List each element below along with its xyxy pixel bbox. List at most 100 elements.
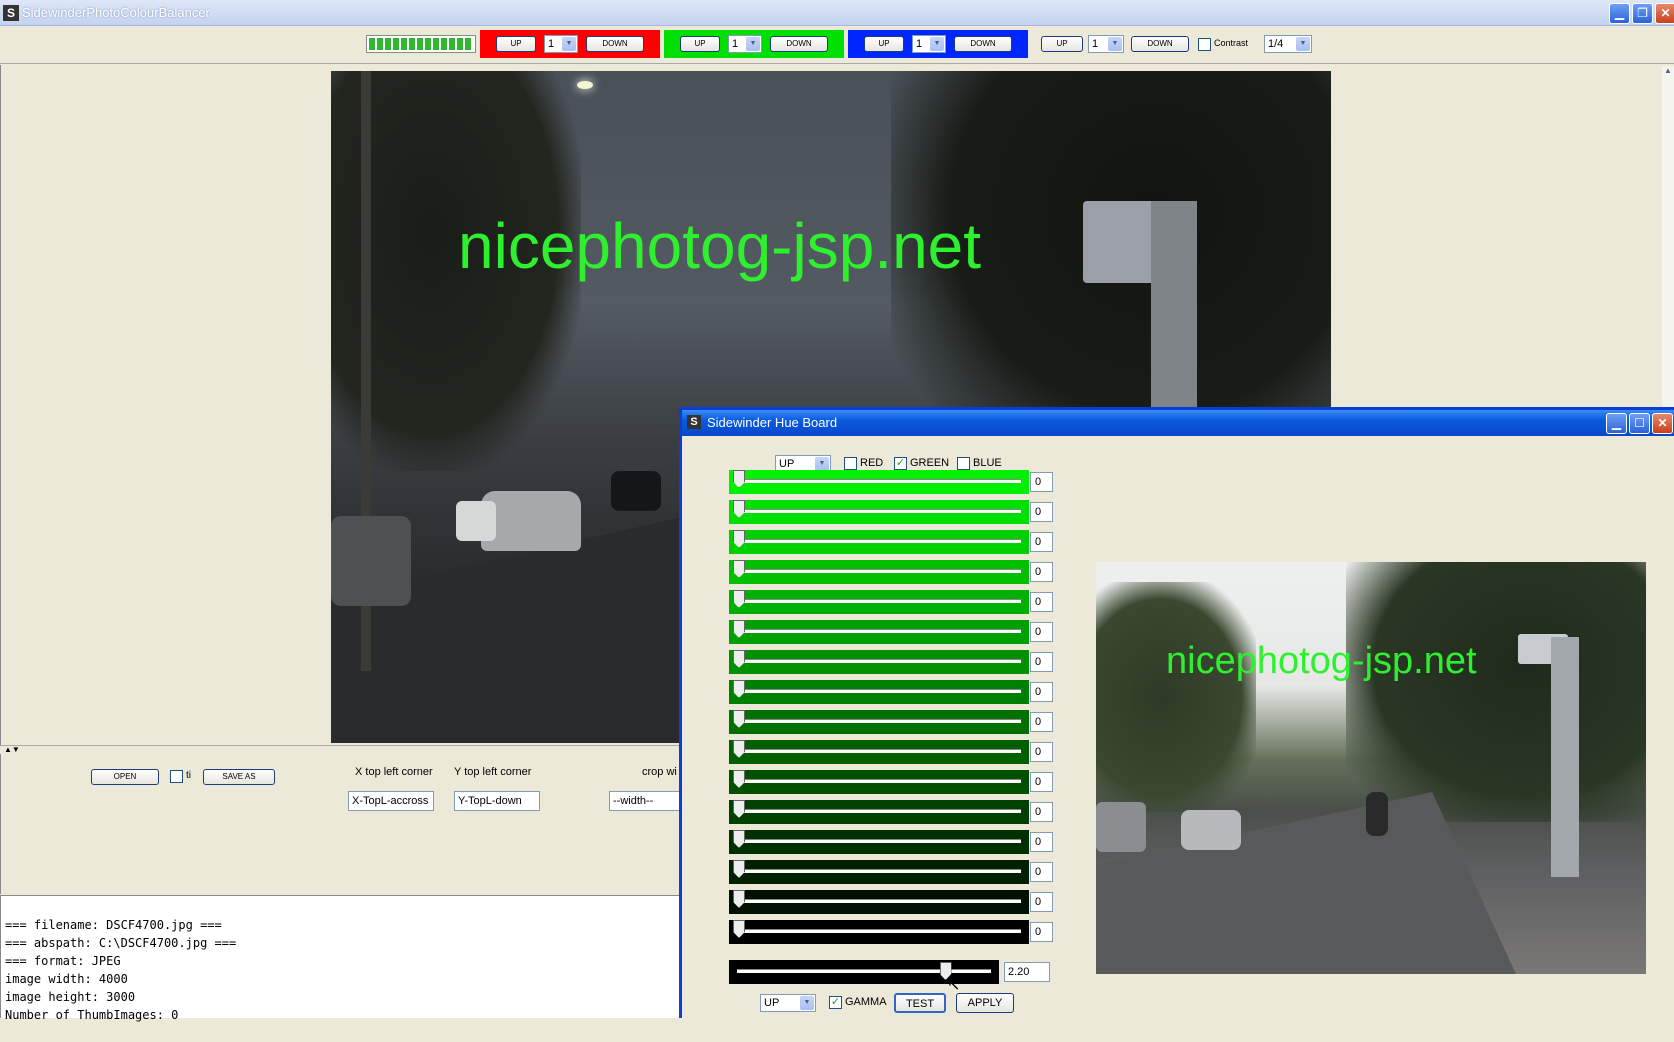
blue-down-button[interactable]: DOWN: [954, 36, 1012, 52]
contrast-step-value: 1: [1092, 38, 1099, 50]
slider-thumb[interactable]: [733, 680, 745, 698]
contrast-up-button[interactable]: UP: [1041, 36, 1083, 52]
hue-slider-value[interactable]: 0: [1030, 502, 1053, 522]
hue-slider-value[interactable]: 0: [1030, 592, 1053, 612]
slider-thumb[interactable]: [733, 620, 745, 638]
slider-thumb[interactable]: [733, 770, 745, 788]
hue-slider-value[interactable]: 0: [1030, 562, 1053, 582]
slider-thumb[interactable]: [733, 500, 745, 518]
blue-step-select[interactable]: 1 ▼: [912, 35, 946, 53]
slider-track: [737, 869, 1021, 873]
slider-thumb[interactable]: [733, 710, 745, 728]
slider-thumb[interactable]: [733, 560, 745, 578]
slider-thumb[interactable]: [733, 890, 745, 908]
hue-slider-value[interactable]: 0: [1030, 472, 1053, 492]
console-line: Number of ThumbImages: 0: [5, 1008, 179, 1022]
slider-track: [737, 569, 1021, 573]
slider-track: [737, 509, 1021, 513]
progress-bar: [366, 35, 476, 53]
minimize-icon[interactable]: ▁: [1609, 3, 1630, 24]
blue-checkbox[interactable]: [957, 457, 970, 470]
hue-slider-value[interactable]: 0: [1030, 622, 1053, 642]
minimize-icon[interactable]: ▁: [1606, 413, 1627, 434]
hue-slider-value[interactable]: 0: [1030, 802, 1053, 822]
contrast-down-button[interactable]: DOWN: [1131, 36, 1189, 52]
slider-track: [737, 779, 1021, 783]
ti-checkbox[interactable]: [170, 770, 183, 783]
save-as-button[interactable]: SAVE AS: [203, 769, 275, 785]
hue-slider-10[interactable]: [729, 740, 1029, 764]
slider-thumb[interactable]: [733, 530, 745, 548]
close-icon[interactable]: ✕: [1655, 3, 1674, 24]
hue-slider-value[interactable]: 0: [1030, 682, 1053, 702]
green-step-select[interactable]: 1 ▼: [728, 35, 762, 53]
hue-slider-2[interactable]: [729, 500, 1029, 524]
slider-thumb[interactable]: [733, 470, 745, 488]
hue-slider-12[interactable]: [729, 800, 1029, 824]
slider-thumb[interactable]: [733, 650, 745, 668]
open-button[interactable]: OPEN: [91, 769, 159, 785]
hue-slider-value[interactable]: 0: [1030, 742, 1053, 762]
gamma-value-field[interactable]: 2.20: [1004, 962, 1050, 982]
slider-track: [737, 839, 1021, 843]
crop-width-field[interactable]: --width--: [609, 791, 681, 811]
red-up-button[interactable]: UP: [496, 36, 536, 52]
green-down-button[interactable]: DOWN: [770, 36, 828, 52]
contrast-checkbox[interactable]: [1198, 38, 1211, 51]
main-window-title: SidewinderPhotoColourBalancer: [22, 5, 210, 20]
slider-thumb[interactable]: [733, 590, 745, 608]
hue-slider-14[interactable]: [729, 860, 1029, 884]
contrast-step-select[interactable]: 1 ▼: [1088, 35, 1124, 53]
red-checkbox[interactable]: [844, 457, 857, 470]
slider-thumb[interactable]: [733, 920, 745, 938]
hue-slider-15[interactable]: [729, 890, 1029, 914]
hue-slider-7[interactable]: [729, 650, 1029, 674]
slider-track: [737, 719, 1021, 723]
restore-icon[interactable]: ❐: [1632, 3, 1653, 24]
apply-button[interactable]: APPLY: [956, 993, 1014, 1013]
blue-panel: UP 1 ▼ DOWN: [848, 30, 1028, 58]
slider-thumb[interactable]: [733, 830, 745, 848]
hue-slider-1[interactable]: [729, 470, 1029, 494]
preview-car: [1096, 802, 1146, 852]
slider-thumb[interactable]: [733, 800, 745, 818]
hue-slider-4[interactable]: [729, 560, 1029, 584]
hue-slider-value[interactable]: 0: [1030, 832, 1053, 852]
hue-board-app-icon: S: [687, 415, 701, 429]
hue-slider-value[interactable]: 0: [1030, 532, 1053, 552]
green-up-button[interactable]: UP: [680, 36, 720, 52]
x-topleft-field[interactable]: X-TopL-accross: [348, 791, 434, 811]
red-step-select[interactable]: 1 ▼: [544, 35, 578, 53]
green-checkbox[interactable]: ✓: [894, 457, 907, 470]
scroll-up-icon[interactable]: ▲: [1662, 66, 1674, 75]
hue-slider-value[interactable]: 0: [1030, 892, 1053, 912]
blue-up-button[interactable]: UP: [864, 36, 904, 52]
close-icon[interactable]: ✕: [1652, 413, 1673, 434]
y-topleft-field[interactable]: Y-TopL-down: [454, 791, 540, 811]
hue-slider-value[interactable]: 0: [1030, 922, 1053, 942]
maximize-icon[interactable]: ☐: [1629, 413, 1650, 434]
test-button[interactable]: TEST: [894, 993, 946, 1013]
hue-slider-6[interactable]: [729, 620, 1029, 644]
hue-slider-9[interactable]: [729, 710, 1029, 734]
hue-slider-value[interactable]: 0: [1030, 772, 1053, 792]
hue-slider-5[interactable]: [729, 590, 1029, 614]
slider-thumb[interactable]: [733, 740, 745, 758]
hue-slider-16[interactable]: [729, 920, 1029, 944]
bottom-direction-select[interactable]: UP ▼: [760, 994, 816, 1012]
hue-slider-8[interactable]: [729, 680, 1029, 704]
hue-slider-3[interactable]: [729, 530, 1029, 554]
hue-slider-value[interactable]: 0: [1030, 652, 1053, 672]
hue-slider-value[interactable]: 0: [1030, 862, 1053, 882]
hue-slider-value[interactable]: 0: [1030, 712, 1053, 732]
red-down-button[interactable]: DOWN: [586, 36, 644, 52]
main-title-bar: S SidewinderPhotoColourBalancer ▁ ❐ ✕: [0, 0, 1674, 26]
scale-select[interactable]: 1/4 ▼: [1264, 35, 1312, 53]
slider-thumb[interactable]: [733, 860, 745, 878]
car: [611, 471, 661, 511]
hue-slider-11[interactable]: [729, 770, 1029, 794]
green-label: GREEN: [910, 457, 950, 469]
hue-slider-13[interactable]: [729, 830, 1029, 854]
console-line: === abspath: C:\DSCF4700.jpg ===: [5, 936, 237, 950]
gamma-checkbox[interactable]: ✓: [829, 996, 842, 1009]
